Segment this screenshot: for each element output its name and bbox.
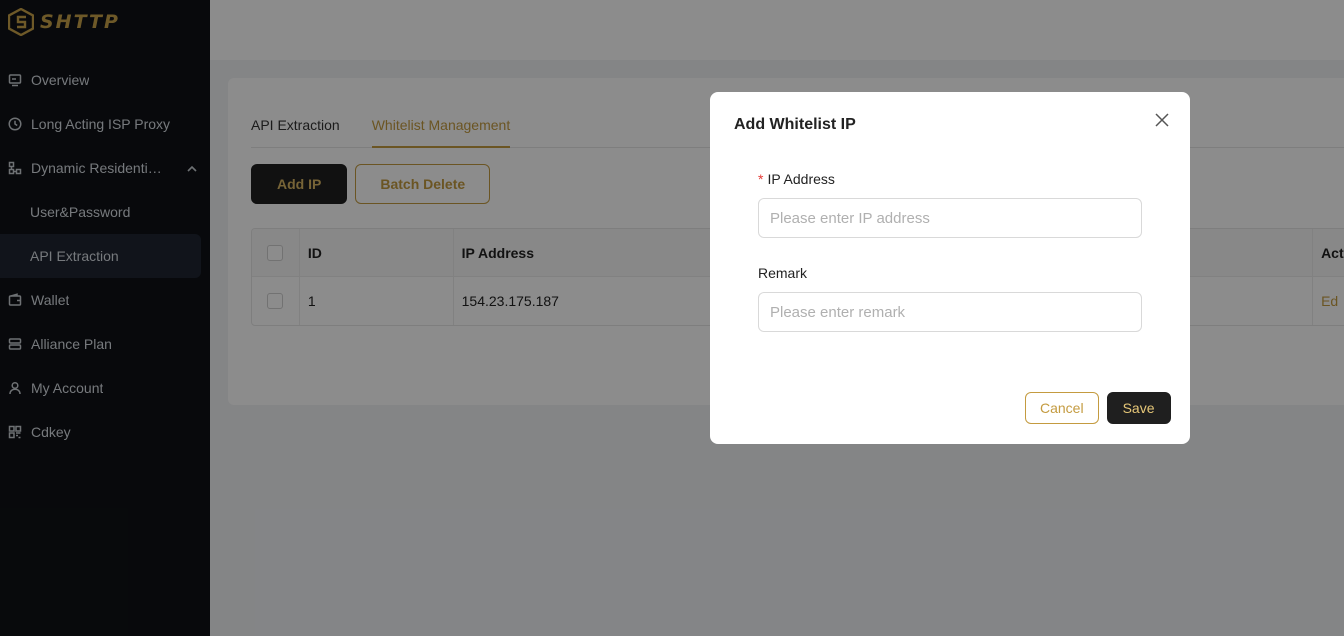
save-button[interactable]: Save: [1106, 392, 1171, 424]
add-whitelist-ip-dialog: Add Whitelist IP *IP Address Remark Canc…: [710, 92, 1190, 444]
modal-title: Add Whitelist IP: [734, 116, 856, 133]
remark-label: Remark: [758, 265, 808, 281]
ip-address-input[interactable]: [758, 198, 1142, 238]
close-icon[interactable]: [1152, 110, 1172, 130]
cancel-button[interactable]: Cancel: [1025, 392, 1099, 424]
modal-footer: Cancel Save: [1025, 392, 1171, 424]
ip-address-label: * IP Address: [758, 171, 835, 187]
ip-address-label-text: IP Address: [767, 171, 835, 187]
remark-input[interactable]: [758, 292, 1142, 332]
required-mark: *: [758, 171, 764, 187]
